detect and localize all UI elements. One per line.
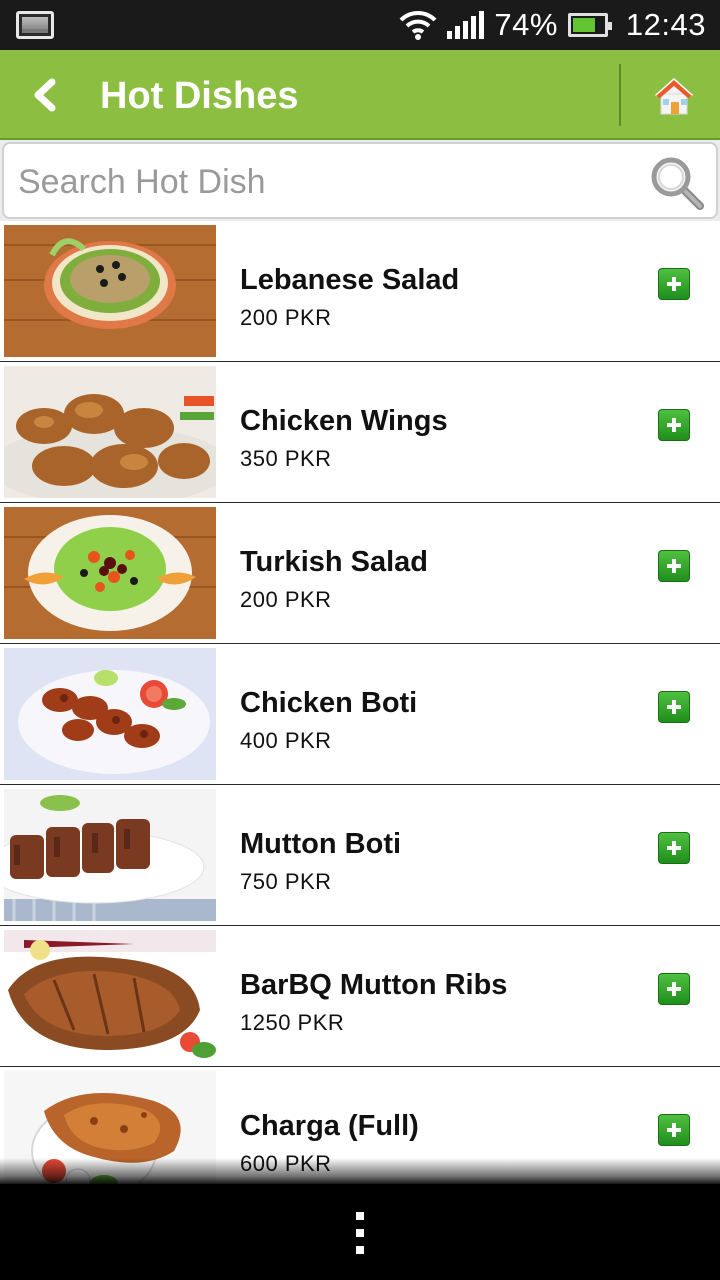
dish-name: Lebanese Salad (240, 264, 460, 296)
dish-price: 1250 PKR (240, 1010, 345, 1035)
action-bar: Hot Dishes (0, 50, 720, 140)
add-plus-icon (667, 841, 681, 855)
dish-name: Chicken Wings (240, 405, 448, 437)
add-button[interactable] (658, 409, 690, 441)
dish-list: Lebanese Salad 200 PKR Chicken Wings 350… (0, 221, 720, 1208)
list-item[interactable]: Mutton Boti 750 PKR (0, 785, 720, 926)
list-item[interactable]: Chicken Boti 400 PKR (0, 644, 720, 785)
add-plus-icon (667, 418, 681, 432)
search-icon[interactable] (648, 154, 706, 212)
dish-price: 400 PKR (240, 728, 332, 753)
add-button[interactable] (658, 268, 690, 300)
dish-name: Mutton Boti (240, 828, 402, 860)
dish-price: 750 PKR (240, 869, 332, 894)
search-input[interactable] (18, 158, 618, 206)
add-plus-icon (667, 277, 681, 291)
add-button[interactable] (658, 1114, 690, 1146)
dish-image (4, 507, 216, 639)
list-item[interactable]: Lebanese Salad 200 PKR (0, 221, 720, 362)
notification-icon (16, 11, 54, 39)
add-button[interactable] (658, 691, 690, 723)
add-button[interactable] (658, 832, 690, 864)
add-plus-icon (667, 982, 681, 996)
navigation-bar (0, 1184, 720, 1280)
battery-percent: 74% (494, 7, 558, 42)
overflow-menu-icon[interactable] (352, 1212, 368, 1254)
list-item[interactable]: Chicken Wings 350 PKR (0, 362, 720, 503)
dish-price: 200 PKR (240, 305, 332, 330)
add-button[interactable] (658, 550, 690, 582)
wifi-icon (399, 10, 437, 40)
home-button[interactable] (652, 74, 696, 118)
add-button[interactable] (658, 973, 690, 1005)
list-item[interactable]: Turkish Salad 200 PKR (0, 503, 720, 644)
dish-image (4, 789, 216, 921)
dish-price: 200 PKR (240, 587, 332, 612)
clock: 12:43 (625, 7, 706, 42)
dish-image (4, 648, 216, 780)
search-box (2, 142, 718, 219)
dish-image (4, 930, 216, 1062)
dish-image (4, 366, 216, 498)
signal-icon (447, 11, 485, 39)
dish-price: 350 PKR (240, 446, 332, 471)
dish-name: Charga (Full) (240, 1110, 419, 1142)
battery-icon (567, 13, 612, 37)
dish-name: BarBQ Mutton Ribs (240, 969, 508, 1001)
bottom-fade (0, 1158, 720, 1186)
add-plus-icon (667, 700, 681, 714)
add-plus-icon (667, 1123, 681, 1137)
search-bar (0, 140, 720, 221)
page-title: Hot Dishes (100, 75, 299, 117)
dish-image (4, 225, 216, 357)
dish-name: Turkish Salad (240, 546, 429, 578)
list-item[interactable]: BarBQ Mutton Ribs 1250 PKR (0, 926, 720, 1067)
battery-level (572, 18, 596, 32)
status-bar: 74% 12:43 (0, 0, 720, 50)
back-arrow-icon (34, 78, 56, 112)
home-icon (655, 77, 693, 115)
back-button[interactable] (22, 72, 68, 118)
dish-name: Chicken Boti (240, 687, 418, 719)
add-plus-icon (667, 559, 681, 573)
divider (619, 64, 621, 126)
